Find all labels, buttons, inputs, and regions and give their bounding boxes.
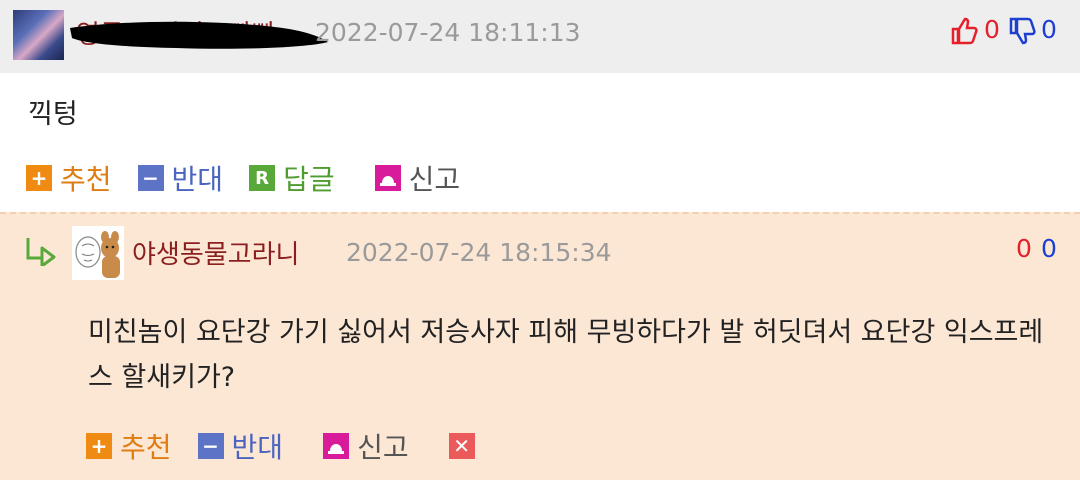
plus-icon: + — [26, 165, 52, 191]
report-button[interactable]: 신고 — [323, 426, 409, 466]
recommend-button[interactable]: + 추천 — [26, 158, 112, 198]
comment-1: 영국 오영이오빠빠 2022-07-24 18:11:13 0 0 끽텅 + 추… — [0, 0, 1080, 212]
comment-date: 2022-07-24 18:15:34 — [346, 238, 612, 267]
reply-label: 답글 — [283, 163, 335, 196]
oppose-button[interactable]: − 반대 — [197, 426, 284, 466]
comment-1-header: 영국 오영이오빠빠 2022-07-24 18:11:13 0 0 — [0, 0, 1080, 73]
recommend-label: 추천 — [120, 431, 172, 464]
oppose-count: 0 — [1041, 234, 1057, 263]
avatar[interactable] — [72, 226, 124, 280]
report-button[interactable]: 신고 — [374, 158, 461, 198]
oppose-label: 반대 — [231, 431, 284, 464]
oppose-label: 반대 — [171, 163, 224, 196]
reply-arrow-icon — [26, 238, 56, 266]
comment-2-actions: + 추천 − 반대 신고 ✕ — [86, 426, 475, 466]
delete-button[interactable]: ✕ — [448, 433, 475, 459]
recommend-button[interactable]: + 추천 — [86, 426, 172, 466]
comment-text: 미친놈이 요단강 가기 싫어서 저승사자 피해 무빙하다가 발 허딧뎌서 요단강… — [88, 317, 1044, 393]
comment-1-actions: + 추천 − 반대 R 답글 신고 — [26, 158, 486, 198]
siren-icon — [374, 165, 401, 191]
minus-icon: − — [197, 433, 224, 459]
siren-icon — [323, 433, 350, 459]
comment-text: 끽텅 — [28, 99, 78, 130]
recommend-count: 0 — [984, 15, 1000, 44]
report-label: 신고 — [408, 163, 461, 196]
report-label: 신고 — [357, 431, 409, 464]
thumbs-up-icon[interactable] — [950, 16, 978, 46]
reply-icon: R — [249, 165, 276, 191]
oppose-count: 0 — [1041, 15, 1057, 44]
comment-2-reply: 야생동물고라니 2022-07-24 18:15:34 0 0 미친놈이 요단강… — [0, 212, 1080, 480]
recommend-count: 0 — [1016, 234, 1032, 263]
plus-icon: + — [86, 433, 112, 459]
minus-icon: − — [137, 165, 164, 191]
author-name[interactable]: 야생동물고라니 — [132, 234, 299, 271]
oppose-button[interactable]: − 반대 — [137, 158, 224, 198]
recommend-label: 추천 — [60, 163, 112, 196]
reply-button[interactable]: R 답글 — [249, 158, 335, 198]
comment-date: 2022-07-24 18:11:13 — [315, 18, 581, 47]
redaction-scribble — [70, 21, 328, 49]
avatar[interactable] — [13, 10, 64, 60]
thumbs-down-icon[interactable] — [1008, 16, 1036, 46]
